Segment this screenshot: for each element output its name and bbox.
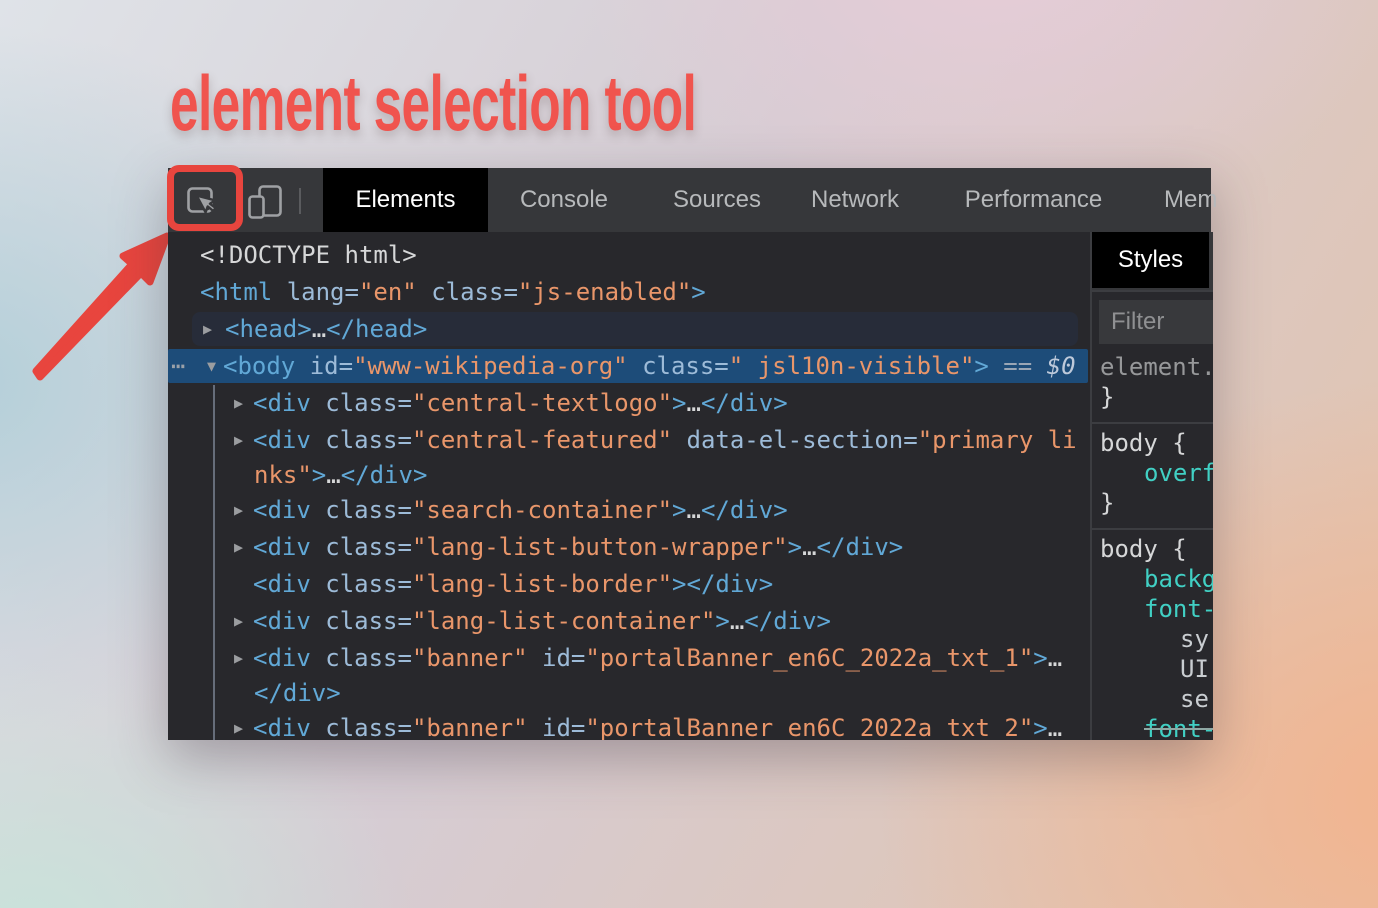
chevron-collapsed-icon[interactable]: ▶ — [234, 385, 243, 422]
styles-filter-row — [1092, 290, 1213, 348]
css-line[interactable]: sy — [1092, 624, 1213, 654]
tab-styles[interactable]: Styles — [1092, 232, 1209, 288]
chevron-collapsed-icon[interactable]: ▶ — [234, 640, 243, 677]
dom-tree-row[interactable]: ▶<div class="central-featured" data-el-s… — [168, 422, 1088, 459]
page-title: element selection tool — [170, 64, 696, 142]
css-line[interactable]: } — [1092, 488, 1213, 518]
dom-tree-row[interactable]: ⋯ ▼<body id="www-wikipedia-org" class=" j… — [168, 348, 1088, 385]
dom-tree-row[interactable]: ▶<div class="banner" id="portalBanner_en… — [168, 640, 1088, 677]
dom-tree-row[interactable]: ▶<div class="banner" id="portalBanner_en… — [168, 710, 1088, 740]
dom-node-source: <div class="banner" id="portalBanner_en6… — [168, 710, 1088, 740]
chevron-collapsed-icon[interactable]: ▶ — [234, 422, 243, 459]
devtools-toolbar: Elements Console Sources Network Performance… — [168, 168, 1211, 232]
chevron-collapsed-icon[interactable]: ▶ — [234, 529, 243, 566]
chevron-expanded-icon[interactable]: ▼ — [207, 348, 216, 385]
device-toolbar-icon[interactable] — [246, 183, 286, 221]
dom-node-source: <!DOCTYPE html> — [168, 237, 1088, 274]
css-line[interactable]: backg — [1092, 564, 1213, 594]
dom-node-source: nks">…</div> — [168, 459, 1088, 492]
dom-node-source: <body id="www-wikipedia-org" class=" jsl… — [168, 348, 1088, 385]
page-background: element selection tool Elements Console So… — [0, 0, 1378, 908]
dom-tree-row[interactable]: ▶<div class="lang-list-button-wrapper">…… — [168, 529, 1088, 566]
css-line[interactable]: font- — [1092, 594, 1213, 624]
css-rules: element.}body {overf}body {backgfont-syU… — [1092, 348, 1213, 740]
chevron-collapsed-icon[interactable]: ▶ — [234, 710, 243, 740]
more-actions-icon[interactable]: ⋯ — [171, 348, 182, 385]
dom-tree-row[interactable]: </div> — [168, 677, 1088, 710]
dom-tree-row[interactable]: ▶<div class="lang-list-container">…</div… — [168, 603, 1088, 640]
tab-performance[interactable]: Performance — [957, 168, 1110, 232]
toolbar-divider — [299, 188, 301, 214]
dom-node-source: <head>…</head> — [168, 311, 1088, 348]
dom-tree-row[interactable]: nks">…</div> — [168, 459, 1088, 492]
dom-tree: <!DOCTYPE html><html lang="en" class="js… — [168, 232, 1088, 740]
css-rule-section: body {overf} — [1092, 422, 1213, 528]
chevron-collapsed-icon[interactable]: ▶ — [234, 492, 243, 529]
css-rule-section: element.} — [1092, 348, 1213, 422]
dom-node-source: <html lang="en" class="js-enabled"> — [168, 274, 1088, 311]
dom-node-source: <div class="lang-list-button-wrapper">…<… — [168, 529, 1088, 566]
css-line[interactable]: } — [1092, 382, 1213, 412]
dom-tree-row[interactable]: ▶<div class="search-container">…</div> — [168, 492, 1088, 529]
dom-node-source: </div> — [168, 677, 1088, 710]
devtools-window: Elements Console Sources Network Performance… — [168, 168, 1211, 740]
dom-node-source: <div class="central-featured" data-el-se… — [168, 422, 1088, 459]
dom-tree-row[interactable]: <!DOCTYPE html> — [168, 237, 1088, 274]
css-line[interactable]: element. — [1092, 352, 1213, 382]
styles-panel: Styles element.}body {overf}body {backgf… — [1090, 232, 1213, 740]
tab-network[interactable]: Network — [805, 168, 905, 232]
css-line[interactable]: overf — [1092, 458, 1213, 488]
css-line[interactable]: font- — [1092, 714, 1213, 740]
tab-mem[interactable]: Mem — [1164, 168, 1244, 232]
dom-tree-row[interactable]: <div class="lang-list-border"></div> — [168, 566, 1088, 603]
tab-elements[interactable]: Elements — [323, 168, 488, 232]
filter-input[interactable] — [1099, 300, 1213, 344]
css-line[interactable]: UI — [1092, 654, 1213, 684]
dom-tree-row[interactable]: ▶<div class="central-textlogo">…</div> — [168, 385, 1088, 422]
css-line[interactable]: se — [1092, 684, 1213, 714]
tab-sources[interactable]: Sources — [667, 168, 767, 232]
indent-guide — [213, 385, 215, 740]
inspect-highlight-box — [167, 165, 243, 231]
css-line[interactable]: body { — [1092, 534, 1213, 564]
dom-tree-row[interactable]: <html lang="en" class="js-enabled"> — [168, 274, 1088, 311]
dom-node-source: <div class="search-container">…</div> — [168, 492, 1088, 529]
dom-node-source: <div class="lang-list-border"></div> — [168, 566, 1088, 603]
dom-node-source: <div class="banner" id="portalBanner_en6… — [168, 640, 1088, 677]
dom-tree-row[interactable]: ▶<head>…</head> — [168, 311, 1088, 348]
chevron-collapsed-icon[interactable]: ▶ — [234, 603, 243, 640]
css-rule-section: body {backgfont-syUIsefont- — [1092, 528, 1213, 740]
styles-tab-bar: Styles — [1092, 232, 1213, 290]
dom-node-source: <div class="central-textlogo">…</div> — [168, 385, 1088, 422]
chevron-collapsed-icon[interactable]: ▶ — [203, 311, 212, 348]
tab-console[interactable]: Console — [514, 168, 614, 232]
dom-node-source: <div class="lang-list-container">…</div> — [168, 603, 1088, 640]
css-line[interactable]: body { — [1092, 428, 1213, 458]
